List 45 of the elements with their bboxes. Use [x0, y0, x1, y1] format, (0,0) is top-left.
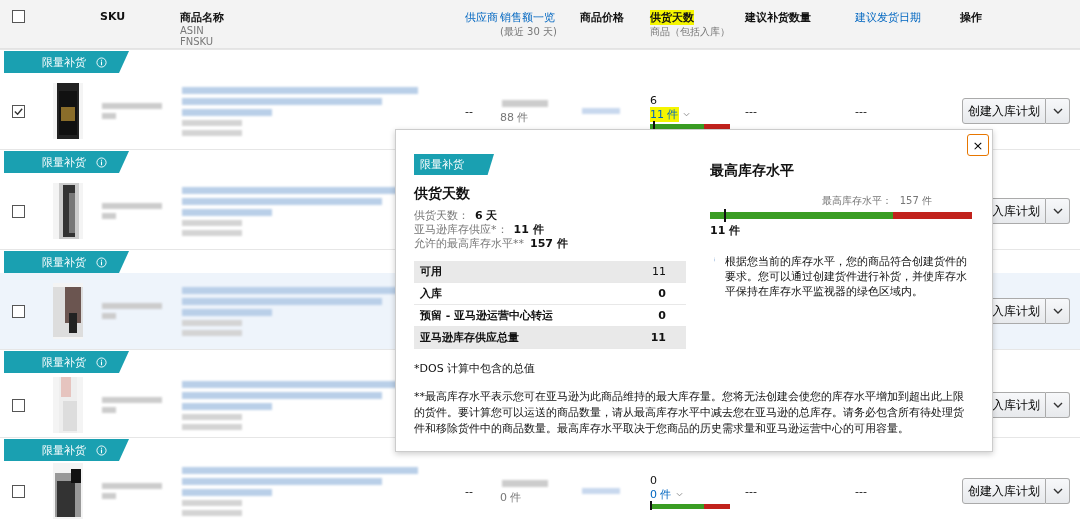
suggested-quantity: ---: [745, 104, 757, 118]
fact-value: 157 件: [530, 237, 568, 251]
sales-units: 88 件: [500, 109, 529, 125]
breakdown-value: 0: [658, 286, 666, 301]
badge-label: 限量补货: [42, 442, 86, 458]
column-subheader: (最近 30 天): [500, 25, 557, 39]
column-header: 商品名称: [180, 10, 224, 25]
column-subheader: ASIN: [180, 25, 204, 36]
section-title: 供货天数: [414, 185, 470, 203]
limited-restock-badge: 限量补货: [414, 154, 494, 175]
suggested-quantity: ---: [745, 484, 757, 498]
footnote: **最高库存水平表示您可在亚马逊为此商品维持的最大库存量。您将无法创建会使您的库存水平增加到超出此上限的货件。要计算您可以运送的商品数量，请从最高库存水平中减去您在亚马逊的总库存。请务必包含所有待处理货件和移除货件中的商品数量。最高库存水平取决于您商品的历史需求量和亚马逊运营中心的可用容量。: [414, 389, 965, 437]
supplier-value: --: [465, 104, 473, 118]
fact-value: 6 天: [475, 209, 498, 223]
breakdown-value: 11: [650, 330, 666, 345]
breakdown-value: 0: [658, 308, 666, 323]
column-header: 建议补货数量: [745, 10, 811, 25]
badge-label: 限量补货: [42, 54, 86, 70]
supplier-value: --: [465, 484, 473, 498]
fact-label: 供货天数：: [414, 209, 469, 223]
footnote: *DOS 计算中包含的总值: [414, 361, 537, 377]
fact-value: 11 件: [513, 223, 544, 237]
section-title: 最高库存水平: [710, 162, 795, 180]
max-level-label: 最高库存水平：: [821, 194, 892, 208]
max-level-value: 157 件: [899, 194, 932, 208]
badge-label: 限量补货: [42, 354, 86, 370]
breakdown-label: 入库: [420, 286, 442, 301]
column-header: 商品价格: [580, 10, 624, 25]
breakdown-label: 预留 - 亚马逊运营中心转运: [420, 308, 554, 323]
current-level-value: 11 件: [710, 223, 742, 238]
column-header: 供货天数: [650, 10, 694, 25]
column-subheader: FNSKU: [180, 36, 214, 47]
badge-label: 限量补货: [42, 154, 86, 170]
fact-label: 允许的最高库存水平**: [414, 237, 524, 251]
fact-label: 亚马逊库存供应*：: [414, 223, 508, 237]
ship-date: ---: [855, 104, 867, 118]
ship-date: ---: [855, 484, 867, 498]
column-header: 操作: [960, 10, 982, 25]
column-subheader: 商品（包括入库）: [650, 25, 730, 39]
days-of-supply: 6: [650, 93, 657, 107]
breakdown-label: 亚马逊库存供应总量: [420, 330, 519, 345]
badge-label: 限量补货: [42, 254, 86, 270]
days-of-supply: 0: [650, 473, 657, 487]
sales-units: 0 件: [500, 489, 522, 505]
column-header: SKU: [100, 10, 126, 23]
